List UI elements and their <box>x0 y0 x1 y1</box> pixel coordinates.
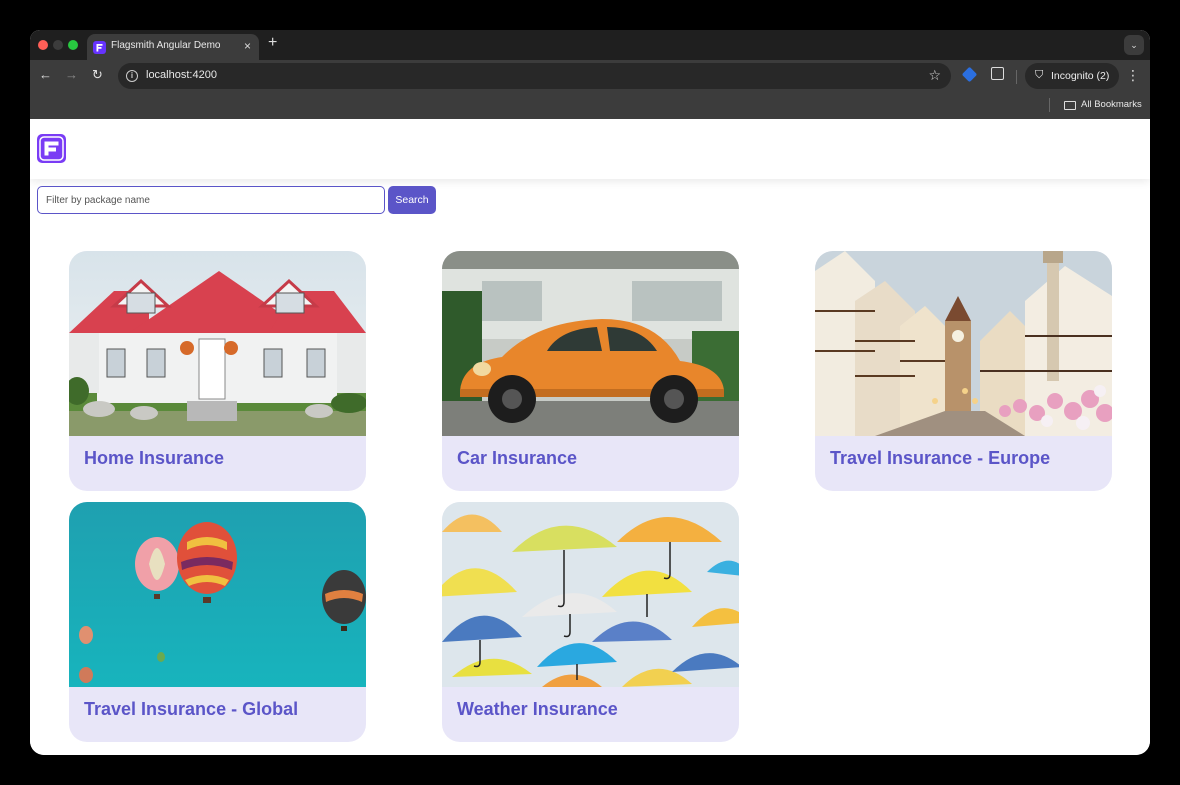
site-info-icon[interactable]: i <box>126 70 138 82</box>
bookmarks-bar: All Bookmarks <box>30 92 1150 119</box>
flagsmith-logo-icon[interactable] <box>37 134 66 163</box>
folder-icon[interactable] <box>1064 101 1076 110</box>
card-title: Travel Insurance - Europe <box>830 448 1051 468</box>
extensions-puzzle-icon[interactable] <box>991 67 1004 80</box>
browser-toolbar: ← → ↻ i localhost:4200 ☆ ⛉ Incognito (2)… <box>30 60 1150 92</box>
toolbar-divider <box>1016 70 1017 84</box>
card-title: Weather Insurance <box>457 699 618 719</box>
package-card-car-insurance[interactable]: Car Insurance <box>442 251 739 491</box>
back-arrow-icon[interactable]: ← <box>39 67 52 82</box>
app-header <box>30 119 1150 179</box>
card-title: Car Insurance <box>457 448 578 468</box>
old-town-street-photo <box>815 251 1112 436</box>
url-text[interactable]: localhost:4200 <box>146 69 217 81</box>
package-card-travel-insurance-europe[interactable]: Travel Insurance - Europe <box>815 251 1112 491</box>
tab-title: Flagsmith Angular Demo <box>111 40 221 51</box>
page-content: Search <box>30 119 1150 755</box>
tab-search-icon[interactable]: ⌄ <box>1124 35 1144 55</box>
address-bar[interactable]: i localhost:4200 ☆ <box>118 63 951 89</box>
umbrellas-photo <box>442 502 739 687</box>
new-tab-button[interactable]: + <box>268 34 277 52</box>
package-filter-input[interactable] <box>37 186 385 214</box>
minimize-window-button[interactable] <box>53 40 63 50</box>
orange-car-photo <box>442 251 739 436</box>
package-card-travel-insurance-global[interactable]: Travel Insurance - Global <box>69 502 366 742</box>
tab-close-icon[interactable]: × <box>244 39 251 53</box>
card-title: Travel Insurance - Global <box>84 699 299 719</box>
card-title: Home Insurance <box>84 448 225 468</box>
flagsmith-favicon-icon <box>93 41 106 54</box>
reload-icon[interactable]: ↻ <box>92 67 103 83</box>
browser-tab[interactable]: Flagsmith Angular Demo × <box>87 34 259 60</box>
hot-air-balloons-photo <box>69 502 366 687</box>
bookmark-star-icon[interactable]: ☆ <box>928 67 941 84</box>
house-photo <box>69 251 366 436</box>
incognito-icon: ⛉ <box>1035 69 1044 81</box>
incognito-indicator[interactable]: ⛉ Incognito (2) <box>1025 63 1119 89</box>
maximize-window-button[interactable] <box>68 40 78 50</box>
browser-window: Flagsmith Angular Demo × + ⌄ ← → ↻ i loc… <box>30 30 1150 755</box>
search-button[interactable]: Search <box>388 186 436 214</box>
extension-tag-icon[interactable] <box>961 66 978 83</box>
package-card-weather-insurance[interactable]: Weather Insurance <box>442 502 739 742</box>
device-frame: Flagsmith Angular Demo × + ⌄ ← → ↻ i loc… <box>0 0 1180 785</box>
all-bookmarks-link[interactable]: All Bookmarks <box>1081 99 1142 110</box>
close-window-button[interactable] <box>38 40 48 50</box>
bookmarks-divider <box>1049 98 1050 112</box>
package-card-home-insurance[interactable]: Home Insurance <box>69 251 366 491</box>
tab-strip: Flagsmith Angular Demo × + ⌄ <box>30 30 1150 60</box>
forward-arrow-icon[interactable]: → <box>65 67 78 82</box>
incognito-label: Incognito (2) <box>1051 70 1110 82</box>
more-menu-icon[interactable]: ⋮ <box>1126 67 1140 84</box>
